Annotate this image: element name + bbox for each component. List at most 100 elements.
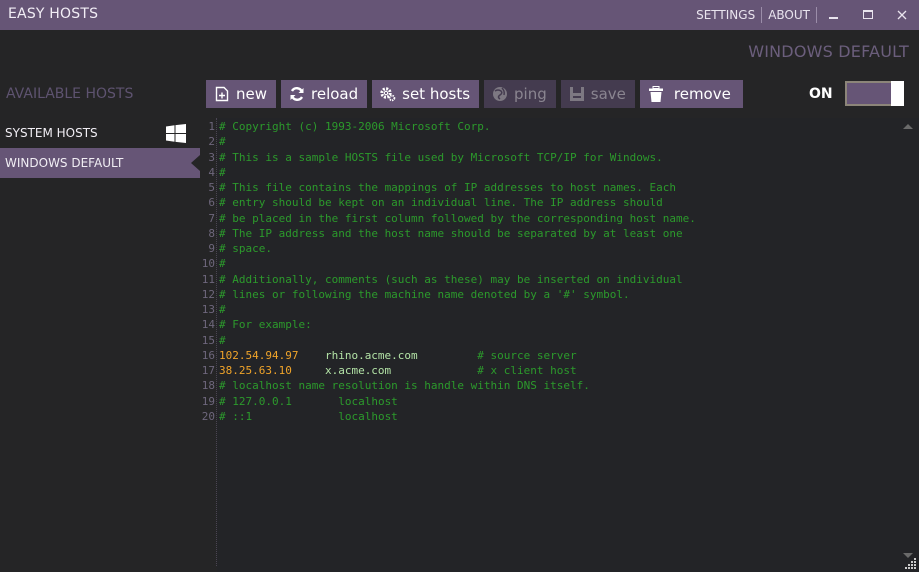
new-file-icon [214, 86, 230, 102]
code-line[interactable]: 11 # Additionally, comments (such as thes… [201, 272, 696, 287]
ip-address: 38.25.63.10 [219, 364, 292, 377]
line-number: 6 [208, 196, 215, 210]
code-line[interactable]: 18 # localhost name resolution is handle … [201, 378, 696, 393]
line-number: 3 [208, 150, 215, 164]
line-number: 1 [208, 120, 215, 133]
code-line[interactable]: 4 # [201, 165, 696, 180]
code-line[interactable]: 5 # This file contains the mappings of IP… [201, 180, 696, 195]
line-number: 12 [201, 287, 215, 301]
ping-button[interactable]: ping [484, 80, 556, 108]
line-number: 18 [201, 379, 215, 393]
line-content: # [219, 165, 226, 179]
code-line[interactable]: 2 # [201, 134, 696, 149]
line-number: 15 [201, 333, 215, 347]
toggle-knob[interactable] [891, 81, 904, 106]
code-line[interactable]: 19 # 127.0.0.1 localhost [201, 394, 696, 409]
code-line[interactable]: 17 38.25.63.10 x.acme.com # x client host [201, 363, 696, 378]
line-content: # 127.0.0.1 localhost [219, 394, 398, 408]
line-number: 2 [208, 135, 215, 149]
ping-button-label: ping [514, 85, 547, 103]
line-number: 20 [201, 409, 215, 423]
active-profile-title: WINDOWS DEFAULT [748, 42, 909, 61]
line-content: # [219, 333, 226, 347]
line-number: 16 [201, 348, 215, 362]
new-button[interactable]: new [206, 80, 277, 108]
line-content: 102.54.94.97 rhino.acme.com # source serve… [215, 348, 577, 363]
line-content: # Additionally, comments (such as these)… [219, 272, 683, 286]
toolbar: new reload set hosts ping save remove [206, 80, 743, 108]
code-line[interactable]: 16 102.54.94.97 rhino.acme.com # source ser… [201, 348, 696, 363]
code-line[interactable]: 8 # The IP address and the host name shou… [201, 226, 696, 241]
line-number: 17 [201, 364, 215, 377]
code-line[interactable]: 15 # [201, 333, 696, 348]
close-button[interactable] [885, 0, 919, 30]
minimize-button[interactable] [817, 0, 851, 30]
code-line[interactable]: 13 # [201, 302, 696, 317]
close-icon [897, 10, 907, 20]
reload-button[interactable]: reload [281, 80, 368, 108]
code-line[interactable]: 10 # [201, 256, 696, 271]
code-line[interactable]: 12 # lines or following the machine name … [201, 287, 696, 302]
code-line[interactable]: 7 # be placed in the first column followe… [201, 211, 696, 226]
app-title: EASY HOSTS [8, 6, 99, 22]
maximize-icon [863, 10, 873, 19]
hosts-enabled-toggle[interactable] [845, 81, 904, 106]
new-button-label: new [236, 85, 268, 103]
code-line[interactable]: 20 # ::1 localhost [201, 409, 696, 424]
resize-grip-icon[interactable] [905, 558, 917, 570]
sidebar-item-system-hosts[interactable]: SYSTEM HOSTS [0, 118, 200, 148]
remove-button[interactable]: remove [639, 80, 743, 108]
reload-icon [289, 86, 305, 102]
hosts-editor[interactable]: 1 # Copyright (c) 1993-2006 Microsoft Cor… [201, 118, 919, 572]
line-content: # ::1 localhost [219, 409, 398, 423]
about-link[interactable]: ABOUT [762, 8, 816, 22]
line-content: # The IP address and the host name shoul… [219, 226, 683, 240]
line-number: 9 [208, 242, 215, 255]
line-number: 13 [201, 303, 215, 316]
line-number: 7 [208, 211, 215, 225]
line-content: # space. [219, 242, 272, 255]
globe-icon [492, 86, 508, 102]
hostname: x.acme.com [324, 364, 392, 377]
trash-icon [648, 86, 664, 102]
line-content: # entry should be kept on an individual … [219, 196, 663, 210]
code-lines[interactable]: 1 # Copyright (c) 1993-2006 Microsoft Cor… [201, 119, 696, 424]
line-content: # localhost name resolution is handle wi… [219, 379, 590, 393]
inline-comment: # x client host [477, 364, 577, 377]
reload-button-label: reload [311, 85, 359, 103]
active-pointer [191, 155, 200, 171]
code-line[interactable]: 14 # For example: [201, 317, 696, 332]
code-line[interactable]: 6 # entry should be kept on an individual… [201, 195, 696, 210]
line-number: 19 [201, 394, 215, 408]
save-button[interactable]: save [560, 80, 635, 108]
line-number: 11 [201, 272, 215, 286]
sidebar-item-label: SYSTEM HOSTS [5, 126, 98, 140]
minimize-icon [829, 17, 838, 19]
sidebar-item-label: WINDOWS DEFAULT [5, 156, 124, 170]
line-content: # For example: [219, 318, 312, 332]
set-hosts-button-label: set hosts [402, 85, 471, 103]
hosts-sidebar: SYSTEM HOSTS WINDOWS DEFAULT [0, 118, 200, 178]
scroll-up-arrow[interactable] [903, 124, 913, 129]
remove-button-label: remove [673, 85, 731, 103]
toggle-label: ON [809, 86, 833, 102]
line-content: # be placed in the first column followed… [219, 211, 696, 225]
hostname: rhino.acme.com [324, 348, 418, 362]
maximize-button[interactable] [851, 0, 885, 30]
sidebar-item-windows-default[interactable]: WINDOWS DEFAULT [0, 148, 200, 178]
settings-link[interactable]: SETTINGS [690, 8, 761, 22]
code-line[interactable]: 3 # This is a sample HOSTS file used by M… [201, 150, 696, 165]
line-content: # Copyright (c) 1993-2006 Microsoft Corp… [219, 120, 491, 133]
code-line[interactable]: 9 # space. [201, 241, 696, 256]
floppy-disk-icon [569, 86, 585, 102]
line-number: 8 [208, 226, 215, 240]
line-content: # [219, 135, 226, 149]
line-content: # [219, 303, 226, 316]
gears-icon [380, 86, 396, 102]
code-line[interactable]: 1 # Copyright (c) 1993-2006 Microsoft Cor… [201, 119, 696, 134]
sidebar-heading: AVAILABLE HOSTS [6, 86, 134, 102]
line-content: # This is a sample HOSTS file used by Mi… [219, 150, 663, 164]
set-hosts-button[interactable]: set hosts [372, 80, 480, 108]
inline-comment: # source server [477, 348, 577, 362]
line-number: 10 [201, 257, 215, 271]
